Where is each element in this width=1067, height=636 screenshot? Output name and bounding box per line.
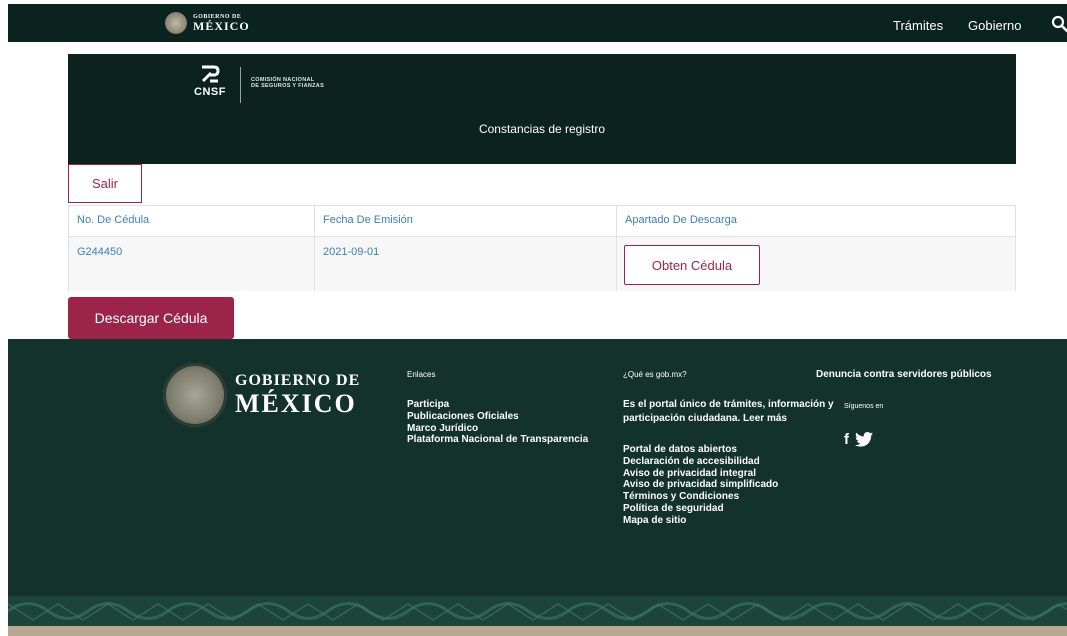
que-es-desc-text: Es el portal único de trámites, informac… — [623, 399, 834, 424]
footer-link[interactable]: Participa — [407, 399, 588, 411]
cnsf-logo: CNSF COMISIÓN NACIONAL DE SEGUROS Y FIAN… — [190, 63, 324, 103]
footer-link[interactable]: Portal de datos abiertos — [623, 444, 778, 456]
bottom-strip — [8, 626, 1067, 636]
cnsf-logo-icon — [201, 65, 220, 83]
facebook-icon[interactable]: f — [844, 431, 849, 448]
logo-divider — [240, 67, 241, 103]
que-es-description: Es el portal único de trámites, informac… — [623, 398, 845, 426]
footer-link[interactable]: Marco Jurídico — [407, 423, 588, 435]
footer-decorative-pattern — [8, 596, 1067, 626]
footer-logo-line2: MÉXICO — [235, 389, 357, 418]
page-title: Constancias de registro — [478, 122, 606, 136]
logo-line2: MÉXICO — [193, 19, 250, 33]
enlaces-list: Participa Publicaciones Oficiales Marco … — [407, 399, 588, 446]
salir-button[interactable]: Salir — [68, 164, 142, 203]
gobmx-links: Portal de datos abiertos Declaración de … — [623, 444, 778, 527]
cnsf-header: CNSF COMISIÓN NACIONAL DE SEGUROS Y FIAN… — [68, 54, 1016, 164]
nav-tramites[interactable]: Trámites — [893, 18, 943, 33]
social-links: f — [844, 431, 873, 448]
footer-link[interactable]: Publicaciones Oficiales — [407, 411, 588, 423]
national-seal-icon — [165, 12, 187, 34]
descargar-cedula-button[interactable]: Descargar Cédula — [68, 297, 234, 339]
top-navbar: GOBIERNO DE MÉXICO Trámites Gobierno — [8, 4, 1067, 42]
constancias-table: No. De Cédula Fecha De Emisión Apartado … — [68, 205, 1016, 291]
footer-link[interactable]: Aviso de privacidad integral — [623, 468, 778, 480]
header-cedula: No. De Cédula — [69, 206, 315, 237]
cell-cedula: G244450 — [69, 237, 315, 291]
cell-descarga: Obten Cédula — [617, 237, 1015, 291]
cnsf-name-line2: DE SEGUROS Y FIANZAS — [251, 83, 325, 89]
gobierno-mexico-logo[interactable]: GOBIERNO DE MÉXICO — [165, 12, 250, 34]
header-fecha: Fecha De Emisión — [315, 206, 617, 237]
footer-link[interactable]: Plataforma Nacional de Transparencia — [407, 434, 588, 446]
siguenos-label: Síguenos en — [844, 403, 884, 410]
footer-gobierno-logo[interactable]: GOBIERNO DE MÉXICO — [163, 363, 360, 427]
denuncia-link[interactable]: Denuncia contra servidores públicos — [816, 369, 992, 380]
enlaces-title: Enlaces — [407, 370, 436, 379]
cnsf-abbr: CNSF — [194, 86, 226, 98]
footer-link[interactable]: Términos y Condiciones — [623, 491, 778, 503]
leer-mas-link[interactable]: Leer más — [743, 413, 787, 424]
twitter-icon[interactable] — [855, 432, 873, 447]
search-icon[interactable] — [1051, 15, 1067, 33]
cell-fecha: 2021-09-01 — [315, 237, 617, 291]
nav-gobierno[interactable]: Gobierno — [968, 18, 1021, 33]
footer-link[interactable]: Política de seguridad — [623, 503, 778, 515]
footer-link[interactable]: Declaración de accesibilidad — [623, 456, 778, 468]
footer-link[interactable]: Aviso de privacidad simplificado — [623, 479, 778, 491]
footer-logo-line1: GOBIERNO DE — [235, 372, 361, 389]
que-es-title: ¿Qué es gob.mx? — [623, 370, 687, 379]
footer: GOBIERNO DE MÉXICO Enlaces Participa Pub… — [8, 339, 1067, 626]
obten-cedula-button[interactable]: Obten Cédula — [624, 245, 760, 285]
national-seal-icon — [163, 363, 227, 427]
header-descarga: Apartado De Descarga — [617, 206, 1015, 237]
footer-link[interactable]: Mapa de sitio — [623, 515, 778, 527]
